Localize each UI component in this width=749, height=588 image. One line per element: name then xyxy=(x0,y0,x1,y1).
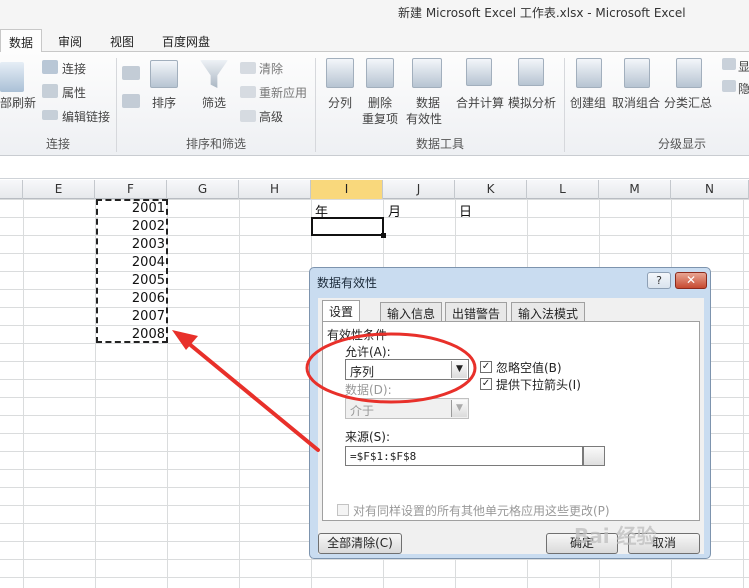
baidu-watermark: Bai 经验 xyxy=(574,524,657,548)
annotation-overlay xyxy=(172,330,477,452)
pointer-arrow-line xyxy=(180,336,320,452)
highlight-ellipse xyxy=(305,332,477,404)
